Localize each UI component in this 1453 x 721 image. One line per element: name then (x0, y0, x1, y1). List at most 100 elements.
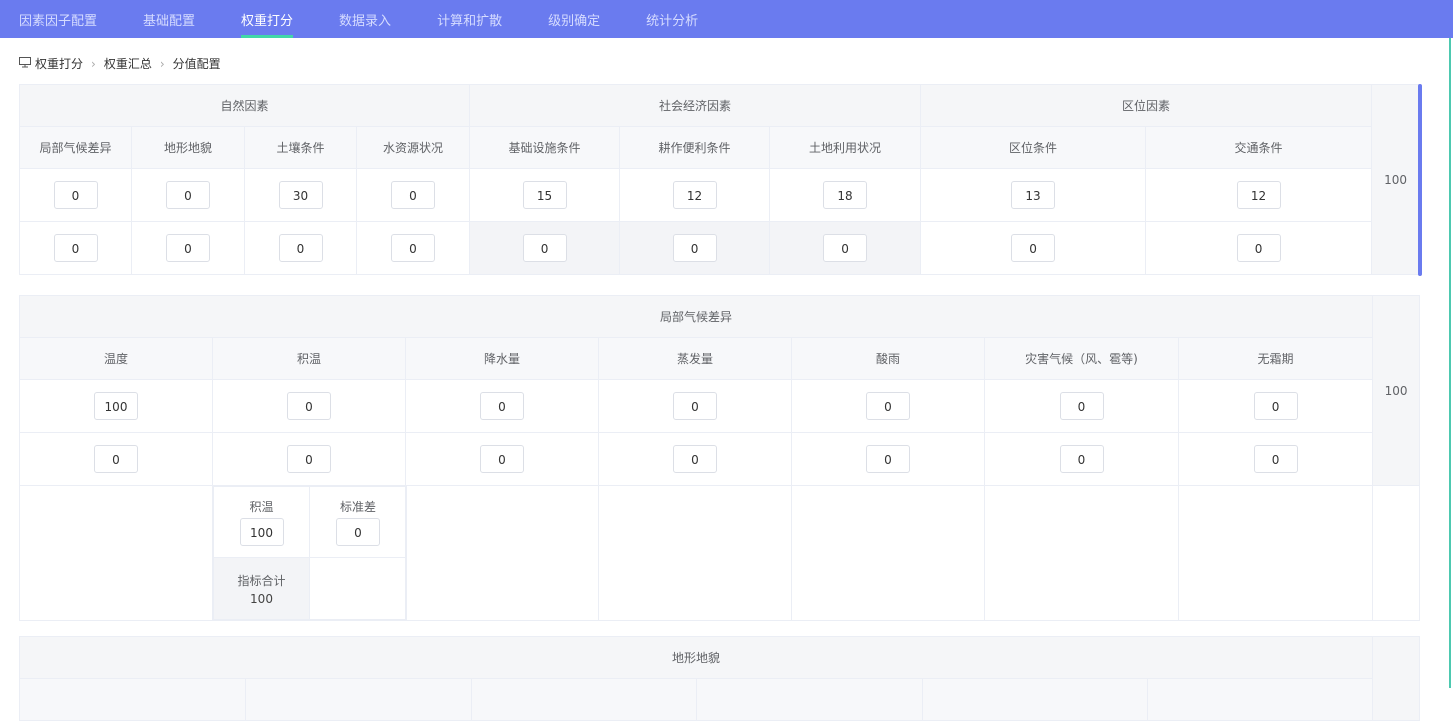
weight-input[interactable]: 0 (53, 234, 98, 262)
table-cell: 0 (920, 221, 1147, 275)
factor-header: 地形地貌 (131, 126, 245, 169)
column-header (696, 678, 923, 721)
table-cell (19, 485, 213, 621)
weight-input[interactable]: 0 (672, 234, 717, 262)
table-cell: 0 (1145, 221, 1373, 275)
breadcrumb-item-weight-summary[interactable]: 权重汇总 (104, 55, 152, 72)
column-header: 降水量 (405, 337, 599, 380)
weight-input[interactable]: 0 (166, 234, 210, 262)
tab-factor-config[interactable]: 因素因子配置 (0, 0, 120, 38)
weight-input[interactable]: 0 (823, 234, 868, 262)
accum-temp-input[interactable]: 100 (239, 518, 284, 546)
table-cell: 30 (244, 168, 357, 222)
monitor-icon (19, 56, 31, 71)
terrain-weight-table: 地形地貌 (18, 636, 1421, 721)
weight-input[interactable]: 0 (1253, 392, 1298, 420)
table-cell: 0 (469, 221, 621, 275)
weight-input[interactable]: 12 (672, 181, 717, 209)
table-cell: 0 (19, 168, 132, 222)
weight-input[interactable]: 0 (287, 392, 331, 420)
factor-header: 土壤条件 (244, 126, 357, 169)
table-cell: 0 (984, 432, 1179, 486)
breadcrumb: 权重打分 › 权重汇总 › 分值配置 (19, 55, 221, 72)
weight-input[interactable]: 0 (53, 181, 98, 209)
column-header: 无霜期 (1177, 337, 1374, 380)
table-cell (598, 485, 792, 621)
table-cell: 0 (19, 432, 213, 486)
table-cell: 12 (1145, 168, 1373, 222)
table-cell: 0 (405, 432, 599, 486)
weight-input[interactable]: 0 (1059, 392, 1104, 420)
weight-input[interactable]: 13 (1011, 181, 1056, 209)
indicator-sum-value: 100 (250, 591, 273, 606)
table-cell: 0 (791, 379, 985, 433)
weight-input[interactable]: 0 (1253, 445, 1298, 473)
factor-header: 局部气候差异 (19, 126, 132, 169)
column-header (1146, 678, 1374, 721)
weight-input[interactable]: 30 (278, 181, 323, 209)
summary-weight-table: 自然因素 社会经济因素 区位因素 100 局部气候差异 地形地貌 土壤条件 水资… (18, 84, 1421, 275)
weight-input[interactable]: 0 (1059, 445, 1104, 473)
table-cell: 0 (131, 168, 245, 222)
weight-input[interactable]: 0 (94, 445, 138, 473)
table-cell: 0 (405, 379, 599, 433)
accum-temp-sub-cell: 积温 100 标准差 0 指标合计 100 (212, 485, 407, 621)
column-header: 酸雨 (791, 337, 985, 380)
weight-input[interactable]: 0 (287, 445, 331, 473)
weight-input[interactable]: 0 (166, 181, 210, 209)
tab-basic-config[interactable]: 基础配置 (120, 0, 218, 38)
column-header: 蒸发量 (598, 337, 792, 380)
climate-weight-table: 局部气候差异 100 温度 积温 降水量 蒸发量 酸雨 灾害气候（风、雹等) 无… (18, 295, 1421, 621)
table-cell: 0 (769, 221, 922, 275)
group-header-location: 区位因素 (920, 84, 1373, 127)
table-cell (791, 485, 985, 621)
tab-statistics[interactable]: 统计分析 (623, 0, 721, 38)
weight-input[interactable]: 100 (94, 392, 138, 420)
page-edge-line (1449, 38, 1451, 688)
table-cell: 18 (769, 168, 922, 222)
table-cell: 0 (984, 379, 1179, 433)
tab-data-entry[interactable]: 数据录入 (316, 0, 414, 38)
weight-input[interactable]: 0 (866, 392, 910, 420)
weight-input[interactable]: 0 (1011, 234, 1056, 262)
weight-input[interactable]: 0 (391, 181, 435, 209)
weight-input[interactable]: 0 (1236, 234, 1281, 262)
weight-input[interactable]: 0 (673, 445, 717, 473)
indicator-sum-cell: 指标合计 100 (213, 557, 310, 620)
group-header-natural: 自然因素 (18, 84, 471, 127)
weight-input[interactable]: 0 (673, 392, 717, 420)
factor-header: 基础设施条件 (469, 126, 621, 169)
table-cell (984, 485, 1179, 621)
table-cell: 0 (131, 221, 245, 275)
scroll-indicator[interactable] (1418, 84, 1422, 276)
weight-input[interactable]: 15 (522, 181, 567, 209)
weight-input[interactable]: 0 (522, 234, 567, 262)
weight-input[interactable]: 0 (391, 234, 435, 262)
tab-level-determination[interactable]: 级别确定 (525, 0, 623, 38)
group-header-socioeconomic: 社会经济因素 (469, 84, 922, 127)
table-cell: 0 (19, 221, 132, 275)
accum-temp-label: 积温 (249, 500, 274, 514)
tab-calc-diffusion[interactable]: 计算和扩散 (414, 0, 525, 38)
weight-input[interactable]: 0 (866, 445, 910, 473)
weight-input[interactable]: 18 (823, 181, 868, 209)
weight-input[interactable]: 0 (278, 234, 323, 262)
factor-header: 区位条件 (920, 126, 1147, 169)
std-dev-input[interactable]: 0 (336, 518, 380, 546)
table-cell: 0 (598, 379, 792, 433)
table-cell (309, 557, 407, 620)
factor-header: 土地利用状况 (769, 126, 922, 169)
std-dev-cell: 标准差 0 (309, 486, 407, 558)
chevron-right-icon: › (159, 56, 165, 71)
factor-header: 水资源状况 (355, 126, 471, 169)
std-dev-label: 标准差 (339, 500, 376, 514)
column-header: 温度 (19, 337, 213, 380)
table-cell: 0 (355, 168, 471, 222)
tab-weight-scoring[interactable]: 权重打分 (218, 0, 316, 38)
table-cell: 15 (469, 168, 621, 222)
breadcrumb-item-weight-scoring[interactable]: 权重打分 (35, 55, 83, 72)
weight-input[interactable]: 12 (1236, 181, 1281, 209)
weight-input[interactable]: 0 (480, 445, 524, 473)
breadcrumb-item-score-config: 分值配置 (172, 57, 221, 71)
weight-input[interactable]: 0 (480, 392, 524, 420)
